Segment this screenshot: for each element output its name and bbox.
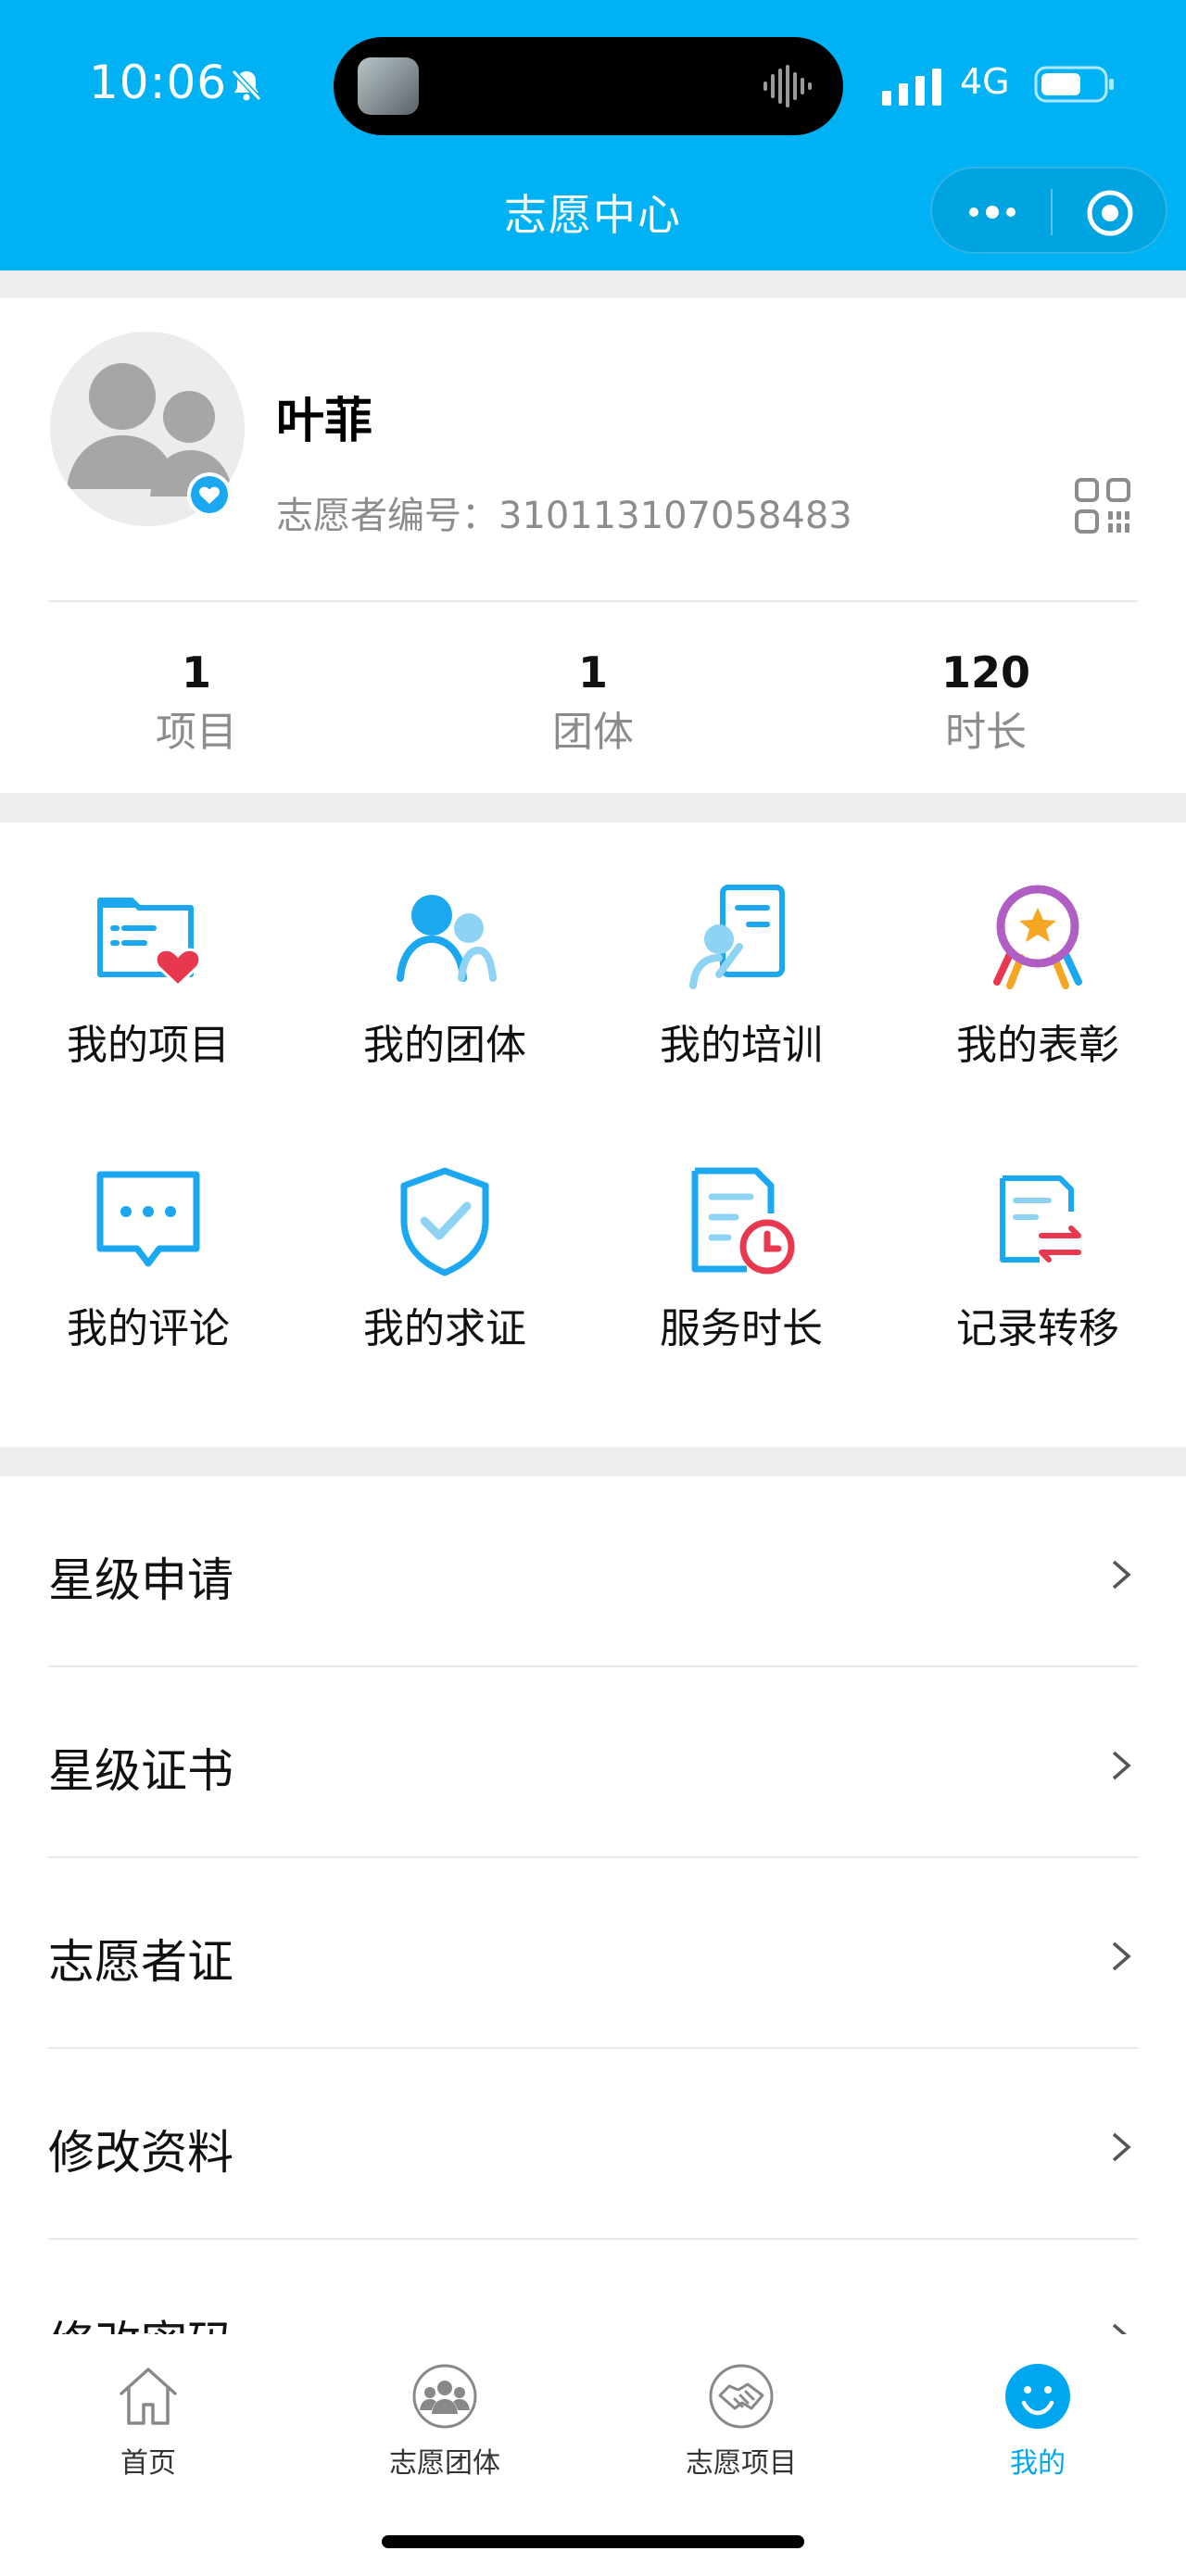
list-item-star-certificate[interactable]: 星级证书 [0,1667,1186,1858]
tab-label: 志愿团体 [389,2447,500,2480]
stat-projects[interactable]: 1 项目 [57,645,335,765]
tab-label: 首页 [120,2447,176,2480]
tab-mine[interactable]: 我的 [927,2362,1149,2481]
volunteer-id-label: 志愿者编号： [276,495,498,537]
stat-hours[interactable]: 120 时长 [847,645,1125,765]
mini-program-capsule [930,167,1167,254]
grid-label: 我的团体 [363,1022,526,1069]
transfer-document-icon [1000,1175,1081,1263]
stat-value: 1 [181,647,211,697]
stat-label: 团体 [552,709,634,756]
network-type: 4G [960,61,1010,102]
tab-volunteer-groups[interactable]: 志愿团体 [334,2362,556,2481]
group-icon [397,895,497,982]
handshake-icon [709,2364,774,2429]
signal-icon [882,69,941,106]
comment-icon [96,1171,200,1267]
list-item-label: 星级申请 [48,1553,233,1607]
list-item-label: 修改资料 [48,2126,233,2180]
shield-check-icon [400,1167,489,1276]
medal-icon [993,885,1082,989]
volunteer-id-value: 310113107058483 [498,495,852,537]
clock-document-icon [691,1167,795,1275]
list-item-label: 志愿者证 [48,1935,233,1989]
home-icon [120,2368,177,2425]
folder-heart-icon [97,898,202,988]
grid-label: 我的求证 [363,1305,526,1352]
home-indicator[interactable] [382,2535,804,2548]
section-gap [0,793,1186,823]
heart-badge-icon [191,476,228,513]
stat-label: 项目 [156,709,237,756]
smile-icon [1005,2364,1070,2429]
status-time: 10:06 [89,56,228,109]
stat-value: 120 [940,647,1031,697]
album-art-thumbnail [358,57,419,115]
volunteer-id: 志愿者编号：310113107058483 [276,485,852,539]
dynamic-island [334,37,843,135]
qr-code-icon[interactable] [1073,476,1132,535]
verified-badge [187,472,232,517]
grid-label: 我的评论 [67,1305,230,1352]
grid-label: 我的表彰 [956,1022,1119,1069]
group-circle-icon [412,2364,477,2429]
audio-wave-icon [763,65,812,107]
chevron-right-icon [1112,1560,1131,1590]
grid-label: 我的培训 [660,1022,823,1069]
chevron-right-icon [1112,1941,1131,1971]
chevron-right-icon [1112,2132,1131,2162]
section-gap [0,270,1186,298]
battery-icon [1034,66,1114,103]
list-item-volunteer-card[interactable]: 志愿者证 [0,1858,1186,2049]
list-item-star-application[interactable]: 星级申请 [0,1476,1186,1667]
grid-label: 服务时长 [660,1305,823,1352]
stat-groups[interactable]: 1 团体 [454,645,732,765]
stat-label: 时长 [945,709,1027,756]
tab-label: 志愿项目 [686,2447,797,2480]
grid-label: 记录转移 [956,1305,1119,1352]
capsule-divider [1051,189,1053,235]
close-target-icon[interactable] [1082,185,1138,241]
profile-divider [48,600,1138,602]
training-icon [689,885,785,989]
stat-value: 1 [577,647,608,697]
list-item-label: 星级证书 [48,1744,233,1798]
bell-muted-icon [231,69,262,102]
tab-volunteer-projects[interactable]: 志愿项目 [630,2362,852,2481]
tab-home[interactable]: 首页 [37,2362,259,2481]
chevron-right-icon [1112,1751,1131,1780]
section-gap [0,1447,1186,1476]
tab-label: 我的 [1010,2447,1066,2480]
grid-label: 我的项目 [67,1022,230,1069]
more-icon[interactable] [960,187,1025,237]
user-name: 叶菲 [276,394,373,449]
list-item-edit-profile[interactable]: 修改资料 [0,2049,1186,2240]
header-bar: 10:06 4G 志愿中心 [0,0,1186,270]
